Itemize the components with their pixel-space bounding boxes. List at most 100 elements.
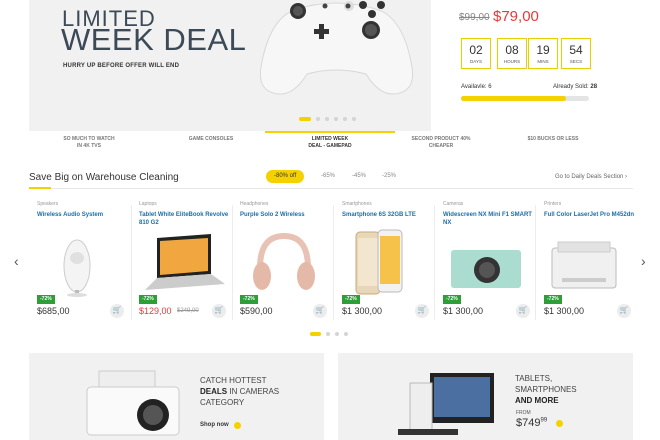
discount-badge: -72% (240, 295, 258, 304)
product-category: Printers (544, 201, 562, 207)
banner-line1: TABLETS, (515, 374, 553, 383)
product-card[interactable]: Headphones Purple Solo 2 Wireless -72% $… (240, 198, 340, 322)
pagination-dot[interactable] (344, 332, 348, 336)
tab-4k-tvs[interactable]: SO MUCH TO WATCH IN 4K TVS (29, 136, 149, 150)
banner-price-cents: 99 (540, 417, 548, 424)
tab-game-consoles[interactable]: GAME CONSOLES (151, 136, 271, 143)
add-to-cart-button[interactable]: 🛒 (212, 304, 226, 318)
product-price: $1 300,00 (443, 306, 484, 316)
gamepad-image (259, 1, 414, 95)
add-to-cart-button[interactable]: 🛒 (516, 304, 530, 318)
filter-45[interactable]: -45% (344, 170, 374, 183)
add-to-cart-button[interactable]: 🛒 (617, 304, 631, 318)
pagination-dot[interactable] (352, 117, 356, 121)
tablets-banner-text: TABLETS, SMARTPHONES AND MORE (515, 373, 577, 406)
camera-icon[interactable] (443, 228, 541, 298)
add-to-cart-button[interactable]: 🛒 (313, 304, 327, 318)
hero-slider[interactable]: LIMITED WEEK DEAL HURRY UP BEFORE OFFER … (29, 0, 633, 131)
filter-25[interactable]: -25% (374, 170, 404, 183)
printer-icon[interactable] (544, 228, 642, 298)
product-name-link[interactable]: Widescreen NX Mini F1 SMART NX (443, 211, 541, 227)
product-divider (535, 205, 536, 320)
countdown-label: DAYS (470, 59, 482, 64)
banner-line2: IN CAMERAS (227, 387, 280, 396)
pagination-dot[interactable] (343, 117, 347, 121)
smartphone-icon[interactable] (342, 228, 440, 298)
countdown-hours: 08 HOURS (497, 38, 527, 69)
product-price: $1 300,00 (544, 306, 585, 316)
tab-label-2: DEAL - GAMEPAD (308, 143, 352, 149)
pagination-dot[interactable] (325, 117, 329, 121)
speaker-icon[interactable] (37, 228, 135, 298)
tablets-banner[interactable]: TABLETS, SMARTPHONES AND MORE FROM $7499… (338, 353, 633, 440)
add-to-cart-button[interactable]: 🛒 (110, 304, 124, 318)
product-name-link[interactable]: Smartphone 6S 32GB LTE (342, 211, 440, 219)
countdown-mins: 19 MINS (528, 38, 558, 69)
hero-tabs: SO MUCH TO WATCH IN 4K TVS GAME CONSOLES … (29, 131, 633, 157)
new-price: $79,00 (493, 8, 539, 25)
deal-panel: $99,00 $79,00 02 DAYS 08 HOURS 19 MINS 5… (431, 0, 633, 131)
shop-now-link[interactable]: Shop now (200, 422, 229, 428)
countdown-days: 02 DAYS (461, 38, 491, 69)
available-count: Availavle: 6 (461, 84, 492, 90)
product-name-link[interactable]: Purple Solo 2 Wireless (240, 211, 338, 219)
countdown-value: 54 (569, 43, 583, 57)
tab-label-1: SECOND PRODUCT 40% (411, 136, 471, 142)
product-category: Headphones (240, 201, 269, 207)
countdown-label: MINS (537, 59, 549, 64)
product-card[interactable]: Cameras Widescreen NX Mini F1 SMART NX -… (443, 198, 543, 322)
product-price: $1 300,00 (342, 306, 383, 316)
tab-label-1: LIMITED WEEK (311, 136, 349, 142)
filter-65[interactable]: -65% (313, 170, 343, 183)
product-name-link[interactable]: Wireless Audio System (37, 211, 135, 219)
active-tab-indicator (265, 131, 395, 133)
product-price: $590,00 (240, 306, 273, 316)
old-price: $99,00 (459, 12, 490, 23)
countdown-label: SECS (569, 59, 583, 64)
hero-subtitle: HURRY UP BEFORE OFFER WILL END (63, 63, 180, 69)
cameras-banner-text: CATCH HOTTEST DEALS IN CAMERAS CATEGORY (200, 375, 279, 408)
sold-count: Already Sold: 28 (553, 84, 597, 90)
hero-title-line2: WEEK DEAL (61, 22, 247, 57)
countdown-value: 08 (505, 43, 519, 57)
product-category: Cameras (443, 201, 464, 207)
product-divider (333, 205, 334, 320)
product-name-link[interactable]: Tablet White EliteBook Revolve 810 G2 (139, 211, 237, 227)
pagination-dot[interactable] (316, 117, 320, 121)
cameras-banner[interactable]: CATCH HOTTEST DEALS IN CAMERAS CATEGORY … (29, 353, 324, 440)
pagination-dot[interactable] (335, 332, 339, 336)
product-card[interactable]: Speakers Wireless Audio System -72% $685… (37, 198, 137, 322)
tab-second-product[interactable]: SECOND PRODUCT 40% CHEAPER (381, 136, 501, 150)
go-to-daily-deals-link[interactable]: Go to Daily Deals Section › (555, 174, 627, 180)
countdown-secs: 54 SECS (561, 38, 591, 69)
pagination-dot[interactable] (334, 117, 338, 121)
product-name-link[interactable]: Full Color LaserJet Pro M452dn (544, 211, 642, 219)
tab-label-2: IN 4K TVS (77, 143, 101, 149)
add-to-cart-button[interactable]: 🛒 (415, 304, 429, 318)
page: LIMITED WEEK DEAL HURRY UP BEFORE OFFER … (0, 0, 660, 440)
pagination-dot[interactable] (326, 332, 330, 336)
sold-label: Already Sold: (553, 84, 589, 90)
product-card[interactable]: Smartphones Smartphone 6S 32GB LTE -72% … (342, 198, 442, 322)
product-category: Smartphones (342, 201, 372, 207)
product-card[interactable]: Laptops Tablet White EliteBook Revolve 8… (139, 198, 239, 322)
tab-10-bucks[interactable]: $10 BUCKS OR LESS (493, 136, 613, 143)
pagination-dot[interactable] (310, 332, 321, 336)
product-price: $685,00 (37, 306, 70, 316)
filter-80-off[interactable]: -80% off (266, 170, 305, 183)
from-label: FROM (516, 410, 531, 416)
sold-progress-fill (461, 96, 566, 101)
shop-now-dot (234, 422, 241, 429)
laptop-icon[interactable] (139, 228, 237, 298)
product-category: Speakers (37, 201, 59, 207)
banner-line2: SMARTPHONES (515, 385, 577, 394)
headphones-icon[interactable] (240, 228, 338, 298)
product-divider (232, 205, 233, 320)
tab-limited-week-deal[interactable]: LIMITED WEEK DEAL - GAMEPAD (270, 136, 390, 150)
pagination-dot[interactable] (299, 117, 311, 121)
carousel-prev-button[interactable]: ‹ (14, 253, 19, 269)
section-title-underline (29, 187, 51, 189)
tab-label-1: GAME CONSOLES (188, 136, 234, 142)
product-old-price: $249,00 (177, 308, 199, 314)
product-card[interactable]: Printers Full Color LaserJet Pro M452dn … (544, 198, 644, 322)
